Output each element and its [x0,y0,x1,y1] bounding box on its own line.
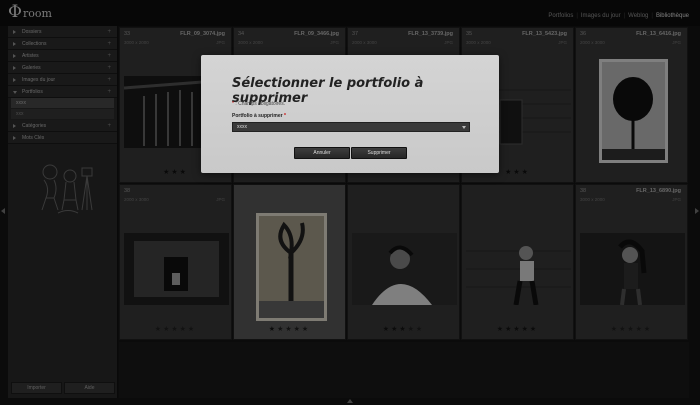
required-fields-note: * : Champs obligatoires. [232,101,285,107]
select-value: xxxx [237,124,247,130]
cancel-button[interactable]: Annuler [294,147,350,159]
required-star: * [232,101,234,107]
chevron-down-icon [462,126,466,129]
delete-portfolio-dialog: Sélectionner le portfolio à supprimer * … [201,55,499,173]
required-star: * [283,113,286,119]
portfolio-field-label: Portfolio à supprimer * [232,113,286,119]
field-label-text: Portfolio à supprimer [232,113,283,119]
delete-button[interactable]: Supprimer [351,147,407,159]
required-note-text: : Champs obligatoires. [235,101,286,107]
portfolio-select[interactable]: xxxx [232,122,470,132]
